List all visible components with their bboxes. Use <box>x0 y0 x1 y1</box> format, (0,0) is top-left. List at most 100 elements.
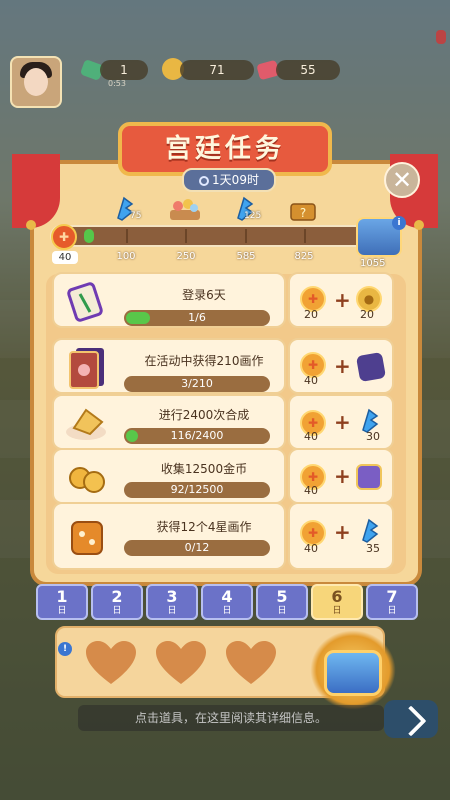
task-row: 收集12500金币 92/12500 ✚ 40 + <box>52 448 402 504</box>
reward-amount: 40 <box>304 484 318 497</box>
reward-amount: 20 <box>360 308 374 321</box>
gift-tray-icon[interactable] <box>168 196 202 222</box>
day-tab-6[interactable]: 6日 <box>311 584 363 620</box>
clock-icon <box>199 176 210 186</box>
day-number: 6 <box>331 587 343 606</box>
task-progress-text: 0/12 <box>184 541 210 554</box>
purple-chest-icon <box>356 464 382 490</box>
reward-amount: 40 <box>304 542 318 555</box>
green-gem-counter[interactable]: 1 <box>100 60 148 80</box>
day-tab-4[interactable]: 4日 <box>201 584 253 620</box>
item-hint-bar: 点击道具，在这里阅读其详细信息。 <box>78 705 384 731</box>
reward-amount: 20 <box>304 308 318 321</box>
bamboo-tile-icon <box>62 278 112 328</box>
track-divider <box>126 229 128 243</box>
day-tab-1[interactable]: 1日 <box>36 584 88 620</box>
task-row: 登录6天 1/6 ✚ 20 + ● 20 <box>52 272 402 328</box>
task-progress-text: 1/6 <box>188 311 206 324</box>
milestone-label: 585 <box>236 251 256 262</box>
task-row: 进行2400次合成 116/2400 ✚ 40 + 30 <box>52 394 402 450</box>
reward-amount: 40 <box>304 430 318 443</box>
mystery-chest-icon[interactable]: ? <box>288 196 318 222</box>
blue-feather-icon <box>356 518 382 544</box>
tassel-icon <box>414 220 424 230</box>
day-unit: 日 <box>167 606 177 616</box>
coin-pile-icon <box>62 452 112 502</box>
task-progress-text: 3/210 <box>181 377 213 390</box>
task-card: 收集12500金币 92/12500 <box>52 448 286 504</box>
info-icon[interactable]: ! <box>58 642 72 656</box>
modal-title: 宫廷任务 <box>164 134 285 164</box>
event-token-icon: ✚ <box>51 224 77 250</box>
red-gem-counter[interactable]: 55 <box>276 60 340 80</box>
green-gem-timer: 0:53 <box>108 79 126 88</box>
tassel-icon <box>26 220 36 230</box>
left-curtain-decoration <box>12 154 60 228</box>
day-unit: 日 <box>387 606 397 616</box>
day-number: 7 <box>386 587 398 606</box>
grand-treasure-chest-icon[interactable] <box>310 630 396 710</box>
reward-amount: 35 <box>366 542 380 555</box>
task-progress-bar: 3/210 <box>124 376 270 392</box>
plus-icon: + <box>334 288 351 312</box>
day-tab-7[interactable]: 7日 <box>366 584 418 620</box>
day-number: 4 <box>221 587 233 606</box>
info-icon[interactable]: i <box>392 216 406 230</box>
task-reward[interactable]: ✚ 40 + 30 <box>288 394 394 450</box>
task-progress-bar: 1/6 <box>124 310 270 326</box>
task-progress-text: 116/2400 <box>170 429 224 442</box>
current-points: 40 <box>52 251 78 264</box>
day-unit: 日 <box>57 606 67 616</box>
event-timer-text: 1天09时 <box>212 173 259 187</box>
milestone-label: 100 <box>116 251 136 262</box>
orange-bag-icon <box>62 512 112 562</box>
plus-icon: + <box>334 520 351 544</box>
milestone-reward-count: 75 <box>130 211 142 221</box>
task-reward[interactable]: ✚ 40 + <box>288 448 394 504</box>
task-card: 获得12个4星画作 0/12 <box>52 502 286 570</box>
task-row: 获得12个4星画作 0/12 ✚ 40 + 35 <box>52 502 402 570</box>
dice-box-icon <box>355 351 387 383</box>
mail-icon[interactable] <box>436 30 446 44</box>
reward-amount: 40 <box>304 374 318 387</box>
event-timer: 1天09时 <box>182 168 276 192</box>
task-progress-bar: 116/2400 <box>124 428 270 444</box>
day-unit: 日 <box>277 606 287 616</box>
day-tab-2[interactable]: 2日 <box>91 584 143 620</box>
track-divider <box>185 229 187 243</box>
task-progress-bar: 0/12 <box>124 540 270 556</box>
share-arrow-button[interactable] <box>384 700 438 738</box>
task-reward[interactable]: ✚ 40 + 35 <box>288 502 394 570</box>
avatar-face <box>24 68 48 96</box>
plus-icon: + <box>334 354 351 378</box>
day-number: 3 <box>166 587 178 606</box>
chest-box <box>324 650 382 696</box>
task-title: 进行2400次合成 <box>158 408 250 422</box>
task-title: 在活动中获得210画作 <box>144 354 264 368</box>
event-progress-track <box>50 225 402 247</box>
task-card: 进行2400次合成 116/2400 <box>52 394 286 450</box>
plus-icon: + <box>334 464 351 488</box>
day-tab-3[interactable]: 3日 <box>146 584 198 620</box>
close-button[interactable]: ✕ <box>384 162 420 198</box>
track-divider <box>304 229 306 243</box>
heart-slot-icon[interactable] <box>84 640 138 686</box>
heart-slot-icon[interactable] <box>154 640 208 686</box>
merge-hand-icon <box>62 398 112 448</box>
task-title: 登录6天 <box>182 288 226 302</box>
day-number: 5 <box>276 587 288 606</box>
day-unit: 日 <box>332 606 342 616</box>
milestone-label: 250 <box>176 251 196 262</box>
task-card: 在活动中获得210画作 3/210 <box>52 338 286 394</box>
event-progress-fill <box>84 229 94 243</box>
player-avatar[interactable] <box>10 56 62 108</box>
coin-counter[interactable]: 71 <box>180 60 254 80</box>
task-title: 获得12个4星画作 <box>156 520 252 534</box>
task-reward[interactable]: ✚ 40 + <box>288 338 394 394</box>
day-number: 2 <box>111 587 123 606</box>
task-reward[interactable]: ✚ 20 + ● 20 <box>288 272 394 328</box>
heart-slot-icon[interactable] <box>224 640 278 686</box>
day-unit: 日 <box>222 606 232 616</box>
day-tab-5[interactable]: 5日 <box>256 584 308 620</box>
task-progress-text: 92/12500 <box>170 483 224 496</box>
